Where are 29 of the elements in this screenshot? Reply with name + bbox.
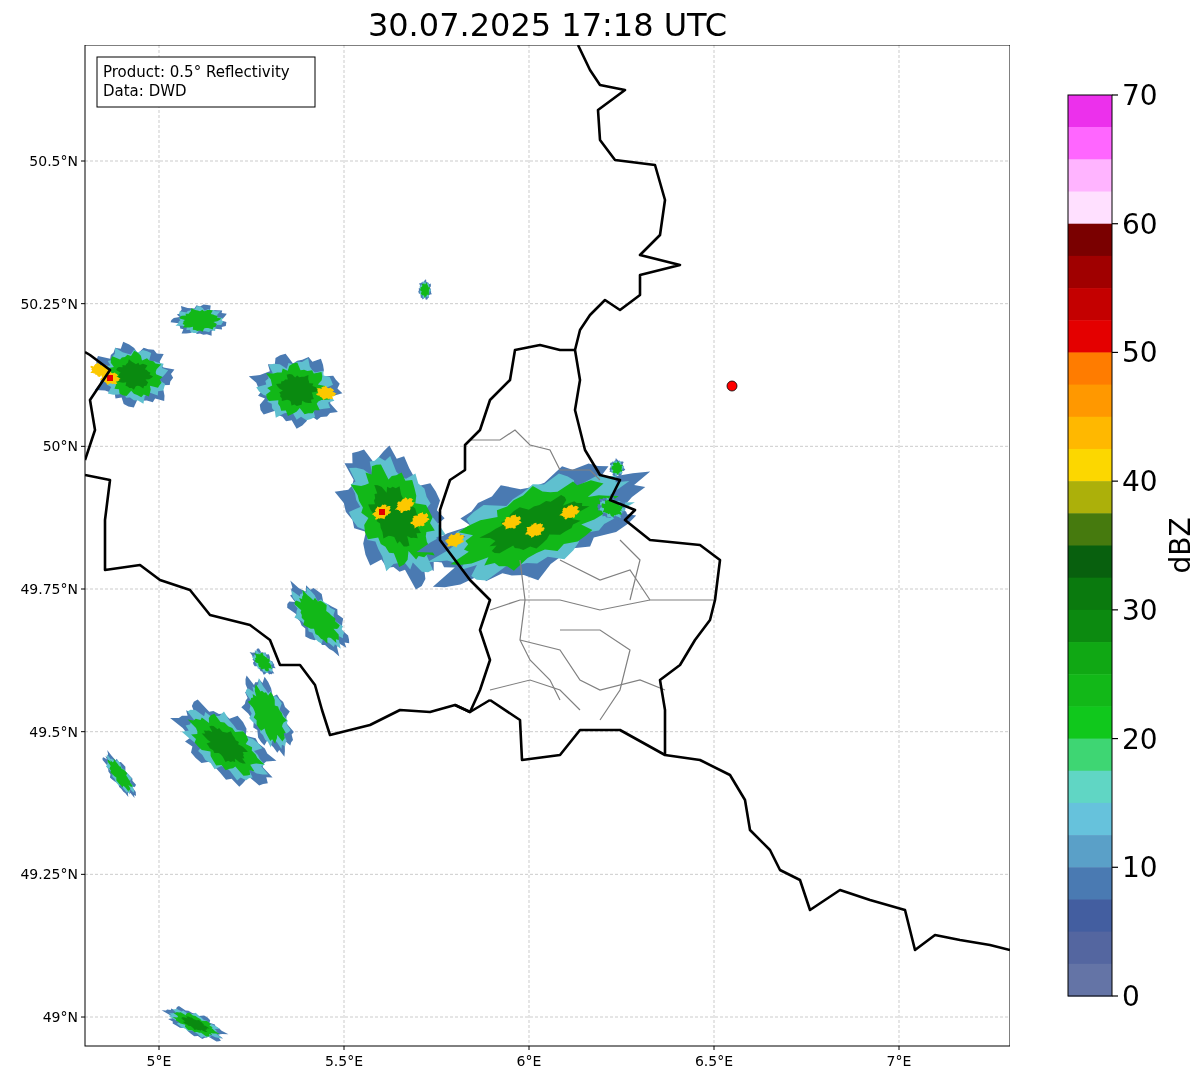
colorbar-tick-label: 10 — [1122, 851, 1158, 885]
precipitation-echo — [102, 750, 137, 798]
latitude-label: 49.75°N — [20, 581, 78, 597]
location-marker — [726, 380, 738, 392]
latitude-label: 49.25°N — [20, 866, 78, 883]
longitude-label: 5°E — [146, 1053, 172, 1069]
colorbar-tick-label: 50 — [1122, 336, 1158, 370]
latitude-label: 49.5°N — [29, 723, 78, 740]
legend-text: Data: DWD — [103, 82, 187, 100]
chart-title: 30.07.2025 17:18 UTC — [367, 5, 728, 44]
colorbar-tick-label: 0 — [1122, 980, 1140, 1013]
precipitation-echo — [161, 1005, 229, 1042]
longitude-label: 6.5°E — [694, 1053, 734, 1069]
longitude-label: 6°E — [516, 1053, 542, 1069]
longitude-label: 5.5°E — [324, 1053, 364, 1069]
colorbar-tick-label: 70 — [1122, 79, 1158, 112]
latitude-label: 50.5°N — [29, 153, 78, 169]
latitude-label: 50°N — [42, 438, 78, 455]
latitude-label: 49°N — [42, 1009, 78, 1025]
precipitation-echo — [170, 304, 227, 336]
colorbar-tick-label: 40 — [1122, 465, 1158, 499]
longitude-label: 7°E — [886, 1053, 912, 1069]
colorbar-label: dBZ — [1164, 517, 1197, 574]
latitude-label: 50.25°N — [20, 295, 78, 312]
colorbar-tick-label: 30 — [1122, 593, 1158, 627]
legend-text: Product: 0.5° Reflectivity — [103, 63, 290, 81]
colorbar-tick-label: 20 — [1122, 722, 1158, 756]
precipitation-echo — [418, 279, 432, 300]
colorbar-tick-label: 60 — [1122, 207, 1158, 241]
